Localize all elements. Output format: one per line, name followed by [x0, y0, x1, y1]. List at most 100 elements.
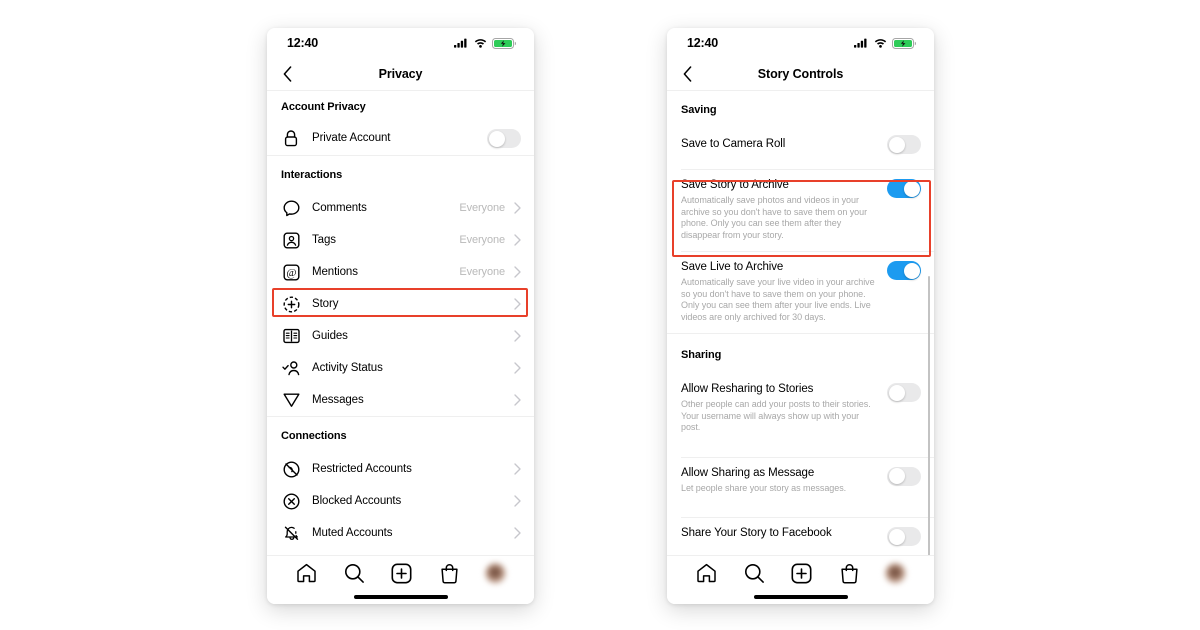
shop-icon[interactable] [838, 561, 862, 585]
settings-list: Account Privacy Private Account Interact… [267, 91, 534, 557]
guides-icon [281, 326, 301, 346]
toggle-allow-sharing-as-message[interactable] [887, 466, 921, 486]
screen-privacy: 12:40 Privacy Account Privacy Private Ac… [267, 28, 534, 604]
battery-charging-icon [892, 37, 917, 49]
row-save-to-camera-roll[interactable]: Save to Camera Roll [667, 127, 934, 161]
section-header-connections: Connections [281, 430, 347, 442]
row-description: Automatically save photos and videos in … [681, 195, 868, 240]
vertical-scrollbar[interactable] [928, 276, 930, 557]
status-icon-group [454, 37, 517, 49]
row-muted-accounts[interactable]: Muted Accounts [267, 517, 534, 549]
row-save-story-to-archive[interactable]: Save Story to Archive Automatically save… [667, 170, 934, 251]
row-value: Everyone [459, 266, 505, 278]
row-private-account[interactable]: Private Account [267, 121, 534, 155]
row-text: Allow Resharing to Stories Other people … [681, 382, 887, 434]
toggle-knob [903, 262, 920, 279]
toggle-knob [888, 468, 905, 484]
chevron-right-icon [513, 462, 522, 476]
wifi-icon [474, 38, 487, 48]
row-allow-sharing-as-message[interactable]: Allow Sharing as Message Let people shar… [667, 458, 934, 505]
chevron-right-icon [513, 361, 522, 375]
toggle-allow-resharing-to-stories[interactable] [887, 383, 921, 402]
row-label: Save Live to Archive [681, 261, 784, 273]
create-post-icon[interactable] [790, 561, 814, 585]
toggle-knob [903, 180, 920, 197]
row-description: Other people can add your posts to their… [681, 399, 871, 432]
row-label: Guides [312, 330, 348, 342]
home-icon[interactable] [695, 561, 719, 585]
row-save-live-to-archive[interactable]: Save Live to Archive Automatically save … [667, 252, 934, 333]
row-mentions[interactable]: @ Mentions Everyone [267, 256, 534, 288]
row-label: Allow Resharing to Stories [681, 383, 814, 395]
home-indicator [667, 590, 934, 604]
chevron-right-icon [513, 265, 522, 279]
row-restricted-accounts[interactable]: Restricted Accounts [267, 453, 534, 485]
chevron-left-icon [283, 66, 292, 82]
toggle-save-live-to-archive[interactable] [887, 261, 921, 280]
home-bar [353, 595, 448, 599]
row-text: Save Story to Archive Automatically save… [681, 178, 887, 241]
row-activity-status[interactable]: Activity Status [267, 352, 534, 384]
row-text: Private Account [312, 131, 487, 146]
screenshot-canvas: 12:40 Privacy Account Privacy Private Ac… [0, 0, 1200, 630]
create-post-icon[interactable] [390, 561, 414, 585]
row-story[interactable]: Story [267, 288, 534, 320]
row-messages[interactable]: Messages [267, 384, 534, 416]
row-label: Save to Camera Roll [681, 137, 786, 150]
section-header-account-privacy: Account Privacy [281, 101, 366, 113]
home-bar [753, 595, 848, 599]
profile-avatar[interactable] [485, 562, 507, 584]
row-label: Share Your Story to Facebook [681, 527, 832, 539]
cellular-signal-icon [454, 38, 469, 48]
bottom-tab-bar [667, 555, 934, 604]
toggle-save-to-camera-roll[interactable] [887, 135, 921, 154]
battery-charging-icon [492, 37, 517, 49]
back-button[interactable] [278, 65, 296, 83]
row-text: Share Your Story to Facebook [681, 526, 887, 541]
row-value: Everyone [459, 234, 505, 246]
row-label: Story [312, 298, 339, 310]
chevron-right-icon [513, 494, 522, 508]
muted-icon [281, 523, 301, 543]
chevron-left-icon [683, 66, 692, 82]
search-icon[interactable] [342, 561, 366, 585]
row-label: Allow Sharing as Message [681, 466, 815, 479]
chevron-right-icon [513, 233, 522, 247]
home-icon[interactable] [295, 561, 319, 585]
toggle-share-your-story-to-facebook[interactable] [887, 527, 921, 546]
row-allow-resharing-to-stories[interactable]: Allow Resharing to Stories Other people … [667, 374, 934, 444]
row-tags[interactable]: Tags Everyone [267, 224, 534, 256]
row-label: Save Story to Archive [681, 179, 789, 191]
profile-avatar[interactable] [885, 562, 907, 584]
section-header-sharing: Sharing [681, 349, 722, 361]
row-text: Save to Camera Roll [681, 137, 887, 152]
toggle-private-account[interactable] [487, 129, 521, 148]
toggle-knob [888, 384, 905, 401]
status-icon-group [854, 37, 917, 49]
page-title: Privacy [378, 67, 423, 81]
row-share-your-story-to-facebook[interactable]: Share Your Story to Facebook [667, 518, 934, 556]
row-label: Activity Status [312, 362, 383, 374]
bottom-tab-bar [267, 555, 534, 604]
shop-icon[interactable] [438, 561, 462, 585]
nav-bar: Story Controls [667, 58, 934, 91]
toggle-save-story-to-archive[interactable] [887, 179, 921, 198]
row-value: Everyone [459, 202, 505, 214]
cellular-signal-icon [854, 38, 869, 48]
toggle-knob [488, 130, 505, 147]
row-comments[interactable]: Comments Everyone [267, 192, 534, 224]
chevron-right-icon [513, 526, 522, 540]
section-header-interactions: Interactions [281, 169, 343, 181]
row-blocked-accounts[interactable]: Blocked Accounts [267, 485, 534, 517]
row-label: Restricted Accounts [312, 463, 412, 475]
row-text: Allow Sharing as Message Let people shar… [681, 466, 887, 495]
row-guides[interactable]: Guides [267, 320, 534, 352]
status-time: 12:40 [287, 36, 318, 50]
back-button[interactable] [678, 65, 696, 83]
search-icon[interactable] [742, 561, 766, 585]
lock-icon [281, 128, 301, 148]
restricted-icon [281, 459, 301, 479]
tab-list [667, 556, 934, 590]
row-label: Mentions [312, 266, 358, 278]
row-label: Messages [312, 394, 364, 406]
